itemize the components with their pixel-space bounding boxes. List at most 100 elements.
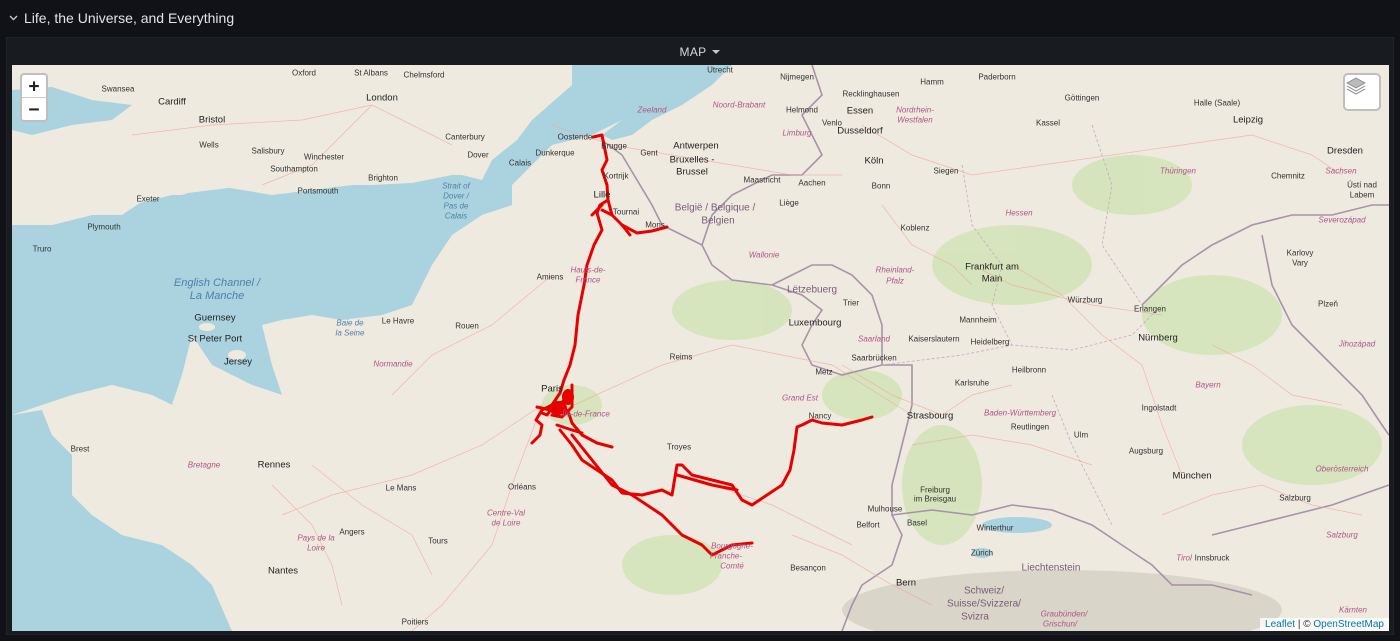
label-salisbury: Salisbury bbox=[251, 146, 285, 156]
label-nancy: Nancy bbox=[808, 411, 832, 421]
label-sachsen: Sachsen bbox=[1325, 166, 1357, 176]
label-heilbronn: Heilbronn bbox=[1011, 365, 1047, 375]
label-thuringen: Thüringen bbox=[1159, 166, 1197, 176]
label-troyes: Troyes bbox=[666, 442, 692, 452]
label-calais: Calais bbox=[508, 158, 532, 168]
label-gent: Gent bbox=[640, 148, 658, 158]
label-rheinland: Rheinland- bbox=[875, 265, 915, 275]
label-orleans: Orléans bbox=[507, 482, 537, 492]
label-ile-de-france: Île-de-France bbox=[562, 409, 610, 419]
label-swansea: Swansea bbox=[101, 84, 135, 94]
label-kaiserslautern: Kaiserslautern bbox=[908, 334, 960, 344]
chevron-down-icon[interactable] bbox=[8, 13, 18, 23]
label-pays-loire-2: Loire bbox=[307, 543, 325, 553]
label-saarland: Saarland bbox=[857, 334, 891, 344]
label-zurich: Zürich bbox=[970, 548, 994, 558]
label-cardiff: Cardiff bbox=[158, 96, 186, 108]
label-nijmegen: Nijmegen bbox=[780, 72, 814, 82]
label-siegen: Siegen bbox=[933, 166, 959, 176]
label-severozapad: Severozápad bbox=[1318, 215, 1366, 225]
label-aachen: Aachen bbox=[798, 178, 826, 188]
label-freiburg: Freiburg bbox=[920, 485, 950, 495]
label-strait: Strait of bbox=[442, 181, 470, 191]
label-heidelberg: Heidelberg bbox=[970, 337, 1010, 347]
label-hauts: Hauts-de- bbox=[570, 265, 606, 275]
label-antwerpen: Antwerpen bbox=[673, 140, 719, 152]
label-dresden: Dresden bbox=[1327, 145, 1363, 157]
panel-title: MAP bbox=[679, 44, 707, 59]
label-salzburg-region: Salzburg bbox=[1326, 530, 1358, 540]
label-noord-brabant: Noord-Brabant bbox=[712, 100, 766, 110]
label-dover: Dover bbox=[467, 150, 489, 160]
label-nurnberg: Nürnberg bbox=[1138, 332, 1178, 344]
label-utrecht: Utrecht bbox=[707, 65, 733, 75]
label-karnten: Kärnten bbox=[1338, 605, 1368, 615]
row-title[interactable]: Life, the Universe, and Everything bbox=[24, 10, 234, 26]
label-brest: Brest bbox=[70, 444, 90, 454]
label-strasbourg: Strasbourg bbox=[906, 410, 954, 422]
zoom-out-button[interactable]: − bbox=[22, 97, 46, 120]
label-basel: Basel bbox=[906, 518, 928, 528]
label-karlsruhe: Karlsruhe bbox=[954, 378, 990, 388]
label-schweiz: Schweiz/ bbox=[963, 585, 1005, 597]
label-poitiers: Poitiers bbox=[401, 617, 429, 627]
label-rennes: Rennes bbox=[257, 459, 291, 471]
label-essen: Essen bbox=[846, 105, 874, 117]
label-chelmsford: Chelmsford bbox=[403, 70, 445, 80]
label-metz: Metz bbox=[815, 367, 833, 377]
label-pas-de: Pas de bbox=[443, 201, 469, 211]
label-wurzburg: Würzburg bbox=[1067, 295, 1103, 305]
label-ingolstadt: Ingolstadt bbox=[1141, 403, 1177, 413]
caret-down-icon bbox=[712, 49, 721, 54]
label-baie-seine: Baie de bbox=[336, 318, 364, 328]
label-augsburg: Augsburg bbox=[1128, 446, 1164, 456]
zoom-in-button[interactable]: + bbox=[22, 75, 46, 97]
label-lille: Lille bbox=[593, 189, 611, 201]
label-oostende: Oostende bbox=[557, 132, 593, 142]
label-labem: Labem bbox=[1349, 190, 1375, 200]
label-pfalz: Pfalz bbox=[886, 276, 904, 286]
layers-icon bbox=[1346, 77, 1366, 95]
label-english-channel: English Channel / bbox=[173, 277, 261, 289]
leaflet-link[interactable]: Leaflet bbox=[1265, 619, 1295, 630]
map-viewport[interactable]: Swansea Cardiff Bristol Wells Salisbury … bbox=[12, 65, 1389, 631]
label-munchen: München bbox=[1172, 470, 1212, 482]
label-bonn: Bonn bbox=[871, 181, 891, 191]
panel-title-menu[interactable]: MAP bbox=[680, 45, 721, 59]
label-brussel: Brussel bbox=[676, 166, 708, 178]
label-suisse: Suisse/Svizzera/ bbox=[947, 598, 1021, 610]
label-bayern: Bayern bbox=[1195, 380, 1221, 390]
label-comte: Comté bbox=[720, 561, 744, 571]
label-guernsey: Guernsey bbox=[194, 312, 236, 324]
osm-link[interactable]: OpenStreetMap bbox=[1313, 619, 1384, 630]
label-innsbruck: Innsbruck bbox=[1194, 553, 1230, 563]
label-main: Main bbox=[981, 273, 1003, 285]
label-franche: Franche- bbox=[709, 551, 743, 561]
label-st-albans: St Albans bbox=[354, 68, 388, 78]
label-gottingen: Göttingen bbox=[1064, 93, 1100, 103]
label-canterbury: Canterbury bbox=[445, 132, 485, 142]
label-angers: Angers bbox=[339, 527, 365, 537]
label-recklinghausen: Recklinghausen bbox=[842, 89, 900, 99]
label-wells: Wells bbox=[199, 140, 219, 150]
label-saarbrucken: Saarbrücken bbox=[851, 353, 897, 363]
label-exeter: Exeter bbox=[136, 194, 160, 204]
label-liechtenstein: Liechtenstein bbox=[1021, 562, 1081, 574]
label-svizra: Svizra bbox=[961, 611, 989, 623]
label-le-mans: Le Mans bbox=[385, 483, 417, 493]
label-bretagne: Bretagne bbox=[187, 460, 221, 470]
label-oberosterreich: Oberösterreich bbox=[1315, 464, 1369, 474]
label-zeeland: Zeeland bbox=[637, 105, 667, 115]
label-limburg: Limburg bbox=[782, 128, 812, 138]
label-usti: Ústí nad bbox=[1347, 180, 1377, 190]
label-mannheim: Mannheim bbox=[959, 315, 997, 325]
layers-button[interactable] bbox=[1343, 73, 1381, 111]
label-trier: Trier bbox=[842, 298, 860, 308]
label-dunkerque: Dunkerque bbox=[535, 148, 575, 158]
label-im-breisgau: im Breisgau bbox=[913, 494, 957, 504]
label-reims: Reims bbox=[669, 352, 693, 362]
label-ulm: Ulm bbox=[1073, 430, 1089, 440]
label-belgien: Belgien bbox=[701, 215, 735, 227]
label-wallonie: Wallonie bbox=[748, 250, 780, 260]
label-amiens: Amiens bbox=[536, 272, 564, 282]
